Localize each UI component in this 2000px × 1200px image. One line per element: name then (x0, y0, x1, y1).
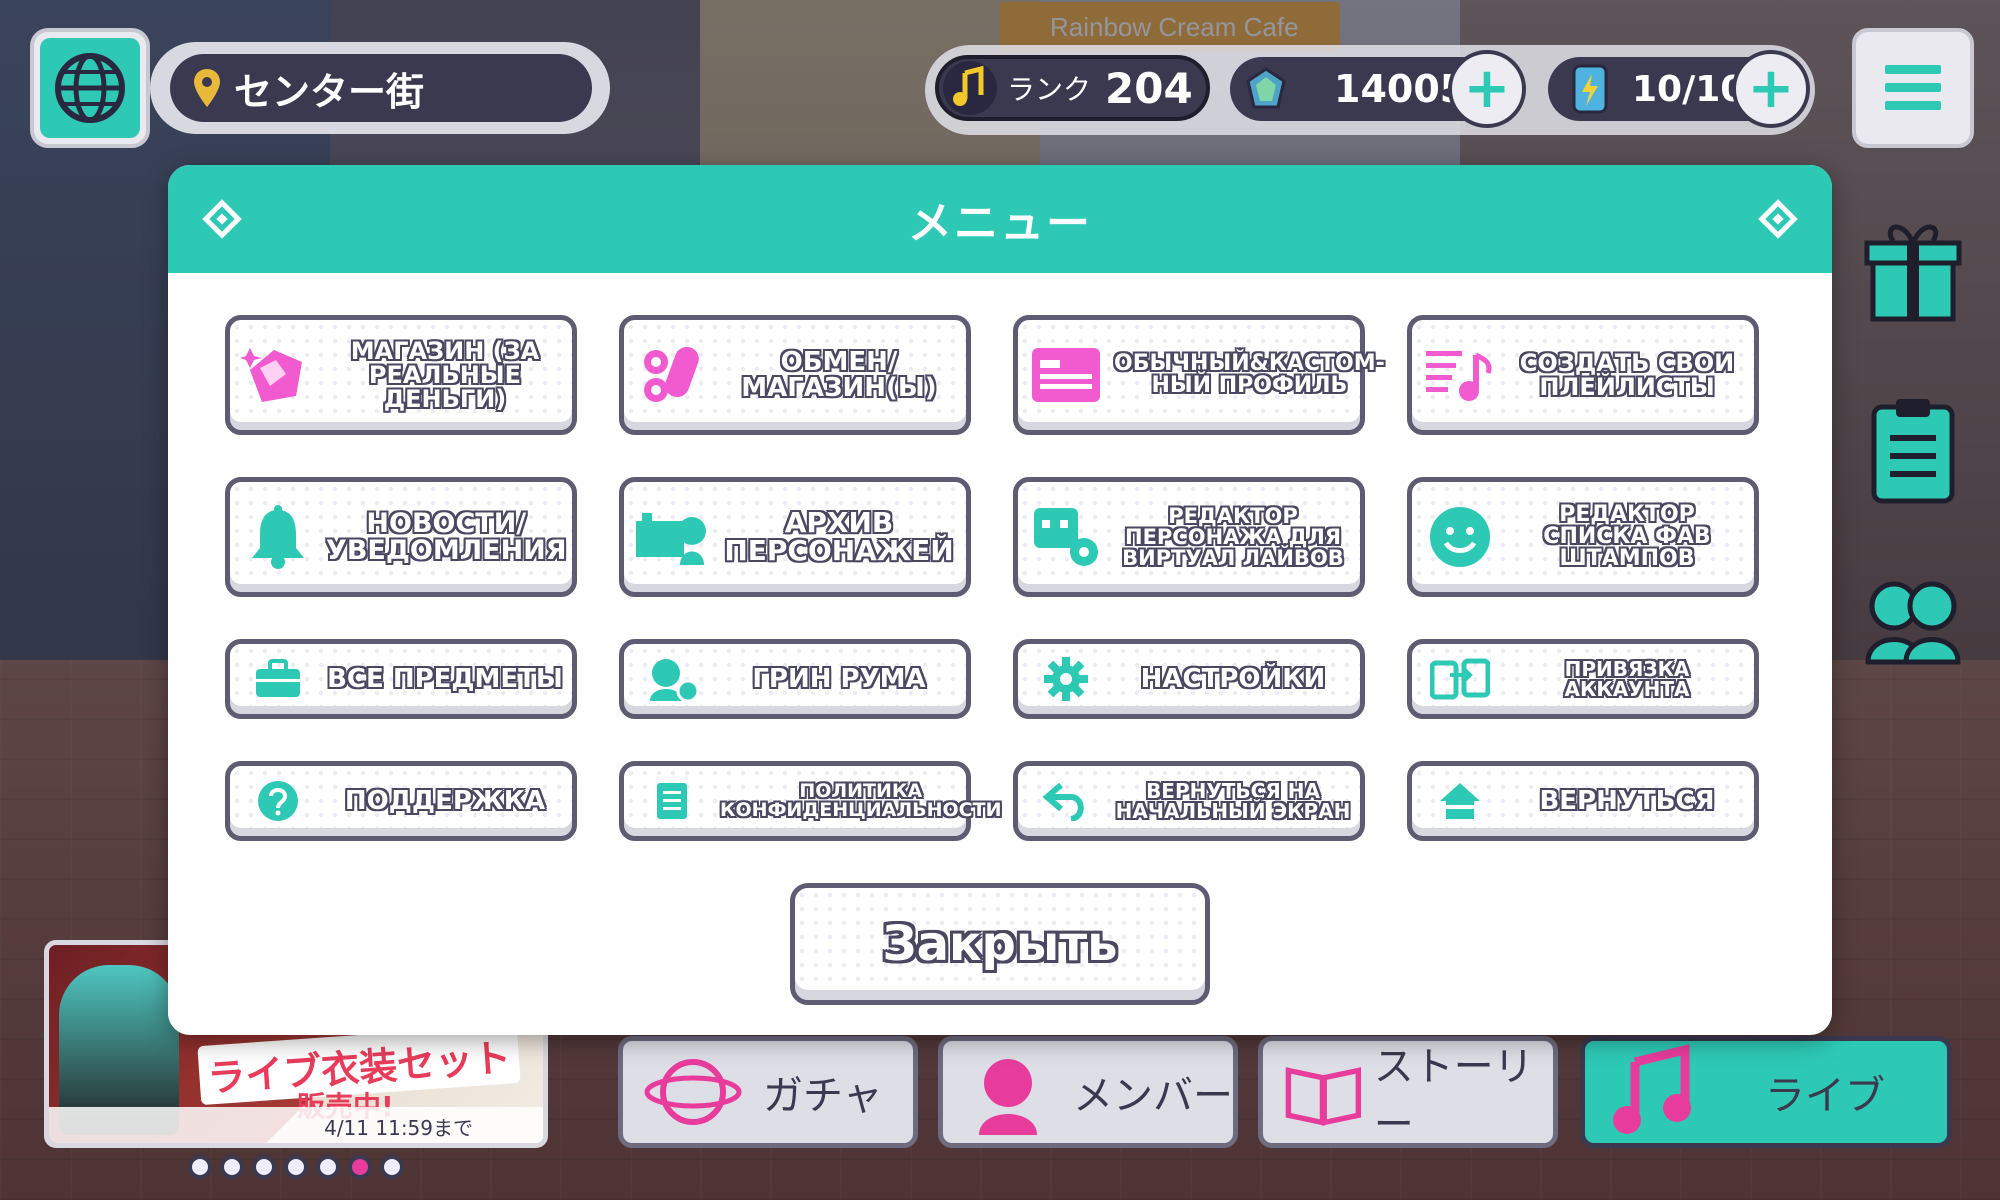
menu-item-label: Грин рума (752, 664, 926, 694)
menu-exchange-button[interactable]: Обмен/ магазин(ы) (619, 315, 971, 435)
profile-card-icon (1032, 348, 1100, 402)
menu-title-screen-button[interactable]: Вернуться на начальный экран (1013, 761, 1365, 841)
menu-shop-button[interactable]: Магазин (за реальные деньги) (225, 315, 577, 435)
world-map-button[interactable] (30, 28, 150, 148)
missions-button[interactable] (1858, 395, 1968, 505)
menu-green-room-button[interactable]: Грин рума (619, 639, 971, 719)
menu-news-button[interactable]: Новости/ уведомления (225, 477, 577, 597)
page-dot[interactable] (380, 1155, 404, 1179)
page-dot[interactable] (252, 1155, 276, 1179)
menu-item-label: Привязка аккаунта (1564, 657, 1690, 701)
rank-label: ランク (1007, 73, 1092, 106)
nav-live-button[interactable]: ライブ (1580, 1036, 1952, 1148)
add-energy-button[interactable]: + (1732, 50, 1810, 128)
menu-item-label: Новости/ уведомления (326, 508, 567, 566)
rank-value: 204 (1105, 63, 1193, 113)
nav-members-button[interactable]: メンバー (938, 1036, 1238, 1148)
globe-icon (55, 53, 125, 123)
friends-icon (1865, 581, 1961, 665)
menu-support-button[interactable]: Поддержка (225, 761, 577, 841)
bell-icon (252, 505, 304, 569)
menu-item-label: Обычный&кастом-ный профиль (1114, 351, 1385, 398)
gems-icon (240, 348, 302, 402)
page-dot[interactable] (284, 1155, 308, 1179)
home-icon (1440, 783, 1480, 819)
modal-title: メニュー (908, 198, 1092, 249)
menu-item-label: Обмен/ магазин(ы) (741, 347, 937, 403)
document-icon (657, 783, 687, 819)
back-arrow-icon (1043, 782, 1084, 821)
menu-avatar-editor-button[interactable]: Редактор персонажа для виртуал лайвов (1013, 477, 1365, 597)
menu-items-button[interactable]: Все предметы (225, 639, 577, 719)
nav-members-label: メンバー (1073, 1073, 1233, 1119)
location-indicator: センター街 (150, 42, 610, 134)
energy-value: 10/10 (1632, 68, 1746, 110)
clipboard-icon (1871, 399, 1955, 504)
menu-item-label: Вернуться (1539, 786, 1715, 816)
rank-display: ランク 204 (935, 55, 1210, 121)
crystal-icon (1246, 67, 1286, 109)
smiley-icon (1430, 507, 1490, 567)
menu-return-button[interactable]: Вернуться (1407, 761, 1759, 841)
nav-gacha-label: ガチャ (763, 1073, 883, 1119)
nav-live-label: ライブ (1765, 1073, 1885, 1119)
gear-icon (1044, 657, 1088, 701)
location-name: センター街 (234, 69, 425, 114)
playlist-icon (1426, 351, 1492, 401)
friends-button[interactable] (1858, 565, 1968, 675)
menu-item-label: Создать свои плейлисты (1519, 349, 1735, 401)
menu-item-label: Политика конфиденциальности (720, 780, 1002, 821)
energy-drink-icon (1572, 64, 1608, 114)
menu-item-label: Редактор персонажа для виртуал лайвов (1122, 503, 1344, 570)
music-notes-icon (1613, 1044, 1691, 1134)
gem-value: 14005 (1334, 67, 1467, 111)
menu-item-label: Поддержка (344, 786, 546, 816)
menu-item-label: Архив персонажей (724, 506, 954, 567)
close-button[interactable]: Закрыть (790, 883, 1210, 1005)
menu-item-label: Магазин (за реальные деньги) (350, 337, 540, 413)
music-note-icon (943, 61, 997, 115)
menu-grid: Магазин (за реальные деньги) Обмен/ мага… (225, 315, 1759, 841)
location-pin-icon (194, 69, 220, 107)
menu-playlist-button[interactable]: Создать свои плейлисты (1407, 315, 1759, 435)
add-gems-button[interactable]: + (1448, 50, 1526, 128)
menu-stamp-editor-button[interactable]: Редактор списка фав штампов (1407, 477, 1759, 597)
page-dot[interactable] (188, 1155, 212, 1179)
account-link-icon (1430, 658, 1490, 700)
menu-privacy-button[interactable]: Политика конфиденциальности (619, 761, 1001, 841)
event-date: 4/11 11:59まで (49, 1107, 543, 1143)
menu-modal: メニュー Магазин (за реальные деньги) (168, 165, 1832, 1035)
banner-pagination (188, 1155, 404, 1179)
menu-profile-button[interactable]: Обычный&кастом-ный профиль (1013, 315, 1385, 435)
menu-item-label: Редактор списка фав штампов (1543, 502, 1711, 571)
gift-icon (1864, 224, 1962, 322)
briefcase-icon (256, 659, 300, 697)
modal-header: メニュー (168, 165, 1832, 273)
hamburger-icon (1885, 65, 1941, 110)
diamond-ornament-icon (1758, 199, 1798, 239)
page-dot[interactable] (316, 1155, 340, 1179)
question-icon (258, 781, 298, 821)
planet-note-icon (644, 1059, 742, 1125)
menu-item-label: Настройки (1140, 664, 1326, 694)
page-dot-active[interactable] (348, 1155, 372, 1179)
menu-item-label: Вернуться на начальный экран (1115, 779, 1351, 823)
present-box-button[interactable] (1858, 215, 1968, 325)
menu-settings-button[interactable]: Настройки (1013, 639, 1365, 719)
avatar-editor-icon (1034, 508, 1098, 566)
nav-story-label: ストーリー (1373, 1044, 1534, 1148)
menu-archive-button[interactable]: Архив персонажей (619, 477, 971, 597)
book-icon (1285, 1067, 1361, 1126)
exchange-icon (644, 346, 699, 402)
nav-story-button[interactable]: ストーリー (1258, 1036, 1558, 1148)
diamond-ornament-icon (202, 199, 242, 239)
green-room-icon (650, 659, 700, 703)
menu-account-link-button[interactable]: Привязка аккаунта (1407, 639, 1759, 719)
archive-icon (636, 513, 706, 565)
menu-item-label: Все предметы (327, 664, 563, 694)
page-dot[interactable] (220, 1155, 244, 1179)
main-menu-button[interactable] (1852, 28, 1974, 148)
nav-gacha-button[interactable]: ガチャ (618, 1036, 918, 1148)
headphones-person-icon (979, 1059, 1037, 1135)
